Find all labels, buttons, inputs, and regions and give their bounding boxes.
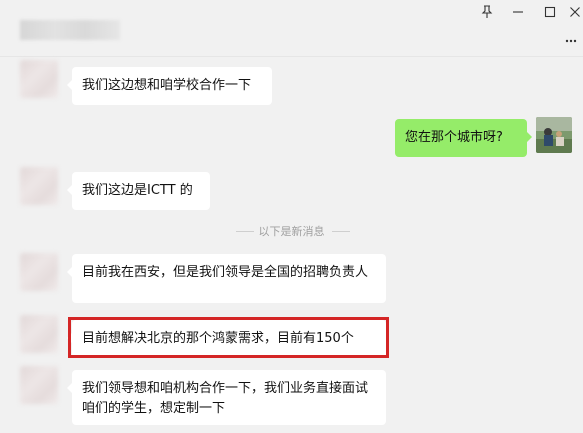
avatar[interactable] [20, 315, 58, 353]
more-icon[interactable] [565, 32, 577, 44]
message-list[interactable]: 我们这边想和咱学校合作一下 您在那个城市呀? 我们这边是ICTT 的 以下是新消… [0, 57, 583, 433]
contact-name-redacted [20, 20, 120, 40]
message-text: 您在那个城市呀? [405, 130, 503, 145]
message-bubble[interactable]: 我们领导想和咱机构合作一下，我们业务直接面试咱们的学生，想定制一下 [67, 370, 386, 425]
message-bubble-outgoing[interactable]: 您在那个城市呀? [395, 119, 532, 157]
message-bubble[interactable]: 我们这边是ICTT 的 [67, 172, 210, 210]
pin-icon[interactable] [478, 3, 496, 21]
avatar[interactable] [20, 60, 58, 98]
title-bar [0, 0, 583, 56]
message-text: 目前我在西安，但是我们领导是全国的招聘负责人 [82, 265, 369, 280]
message-bubble[interactable]: 我们这边想和咱学校合作一下 [67, 67, 272, 105]
message-bubble[interactable]: 目前想解决北京的那个鸿蒙需求，目前有150个 [67, 320, 386, 358]
maximize-icon[interactable] [541, 3, 559, 21]
close-icon[interactable] [566, 3, 583, 21]
message-text: 目前想解决北京的那个鸿蒙需求，目前有150个 [82, 331, 354, 346]
avatar[interactable] [20, 366, 58, 404]
divider-line [332, 231, 350, 232]
message-bubble[interactable]: 目前我在西安，但是我们领导是全国的招聘负责人 [67, 254, 386, 303]
message-text: 我们领导想和咱机构合作一下，我们业务直接面试咱们的学生，想定制一下 [82, 381, 369, 416]
avatar[interactable] [20, 253, 58, 291]
avatar[interactable] [20, 167, 58, 205]
system-message: 以下是新消息 [258, 225, 325, 238]
chat-window: 我们这边想和咱学校合作一下 您在那个城市呀? 我们这边是ICTT 的 以下是新消… [0, 0, 583, 433]
message-text: 我们这边想和咱学校合作一下 [82, 78, 252, 93]
message-text: 我们这边是ICTT 的 [82, 183, 193, 198]
avatar[interactable] [536, 117, 572, 153]
new-messages-divider: 以下是新消息 [0, 222, 583, 240]
minimize-icon[interactable] [509, 3, 527, 21]
